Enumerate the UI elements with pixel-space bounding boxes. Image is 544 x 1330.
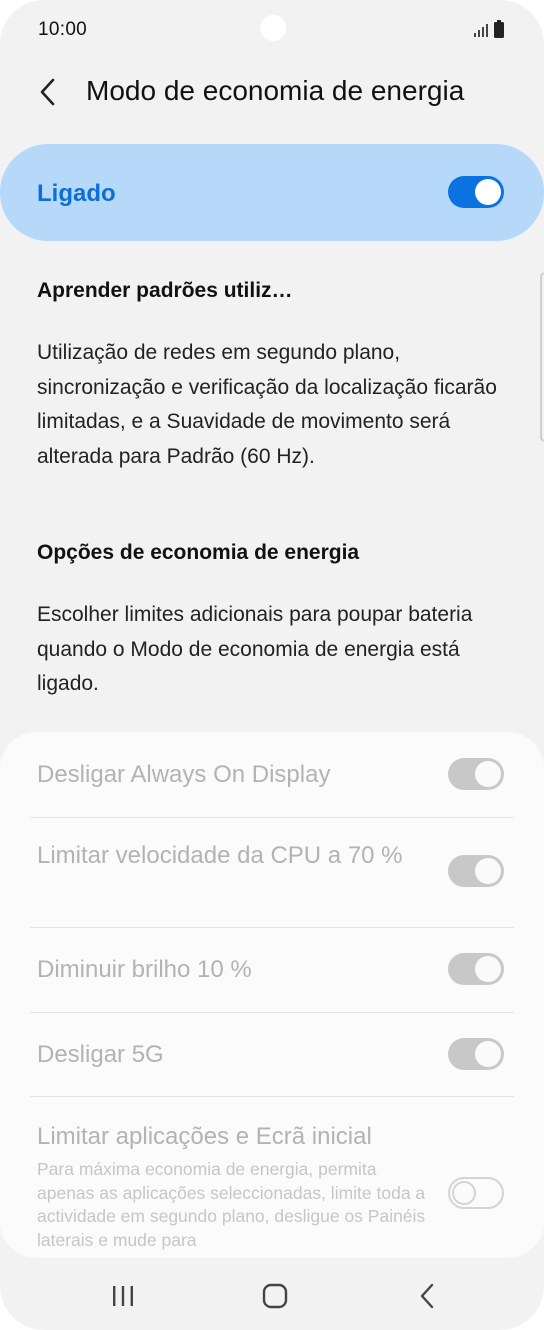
option-row-always-on-display[interactable]: Desligar Always On Display [0,732,544,818]
toggle-knob [475,179,501,205]
option-label: Limitar velocidade da CPU a 70 % [37,842,403,869]
app-header: Modo de economia de energia [0,60,544,124]
toggle-knob [475,858,501,884]
option-toggle-always-on-display[interactable] [448,758,504,790]
toggle-knob [452,1181,476,1205]
master-switch-toggle[interactable] [448,176,504,208]
toggle-knob [475,1041,501,1067]
option-row-reduce-brightness[interactable]: Diminuir brilho 10 % [0,928,544,1012]
toggle-knob [475,761,501,787]
master-switch-label: Ligado [37,180,116,207]
option-toggle-limit-apps[interactable] [448,1177,504,1209]
option-label: Desligar Always On Display [37,761,331,788]
signal-icon [474,24,488,37]
chevron-left-icon [40,78,55,106]
power-saving-description: Utilização de redes em segundo plano, si… [37,341,497,468]
home-icon [262,1283,288,1309]
status-icons [474,20,508,40]
options-card: Desligar Always On Display Limitar veloc… [0,732,544,1258]
status-time: 10:00 [38,19,88,40]
status-bar: 10:00 [0,0,544,60]
toggle-knob [475,956,501,982]
scrollbar[interactable] [540,272,544,442]
phone-screen: 10:00 Modo de economia de energia Ligado [0,0,544,1330]
option-toggle-reduce-brightness[interactable] [448,953,504,985]
option-row-limit-apps[interactable]: Limitar aplicações e Ecrã inicial Para m… [0,1097,544,1258]
options-section-description: Escolher limites adicionais para poupar … [37,603,473,695]
option-row-limit-cpu[interactable]: Limitar velocidade da CPU a 70 % [0,818,544,928]
adaptive-power-saving-item[interactable]: Aprender padrões utiliz… [37,279,293,303]
front-camera [260,15,286,41]
back-icon [420,1283,434,1309]
option-label: Diminuir brilho 10 % [37,956,252,983]
option-toggle-limit-cpu[interactable] [448,855,504,887]
recent-apps-button[interactable] [93,1276,153,1316]
recent-apps-icon [113,1286,133,1306]
option-row-disable-5g[interactable]: Desligar 5G [0,1013,544,1097]
navigation-bar [0,1262,544,1330]
option-toggle-disable-5g[interactable] [448,1038,504,1070]
option-description: Para máxima economia de energia, permita… [37,1159,426,1250]
master-switch-card[interactable]: Ligado [0,144,544,241]
option-label: Limitar aplicações e Ecrã inicial [37,1123,372,1150]
page-title: Modo de economia de energia [86,75,465,106]
back-button[interactable] [28,72,68,112]
home-button[interactable] [245,1276,305,1316]
option-label: Desligar 5G [37,1041,164,1068]
nav-back-button[interactable] [397,1276,457,1316]
options-section-title: Opções de economia de energia [37,541,360,564]
battery-icon [494,20,504,38]
